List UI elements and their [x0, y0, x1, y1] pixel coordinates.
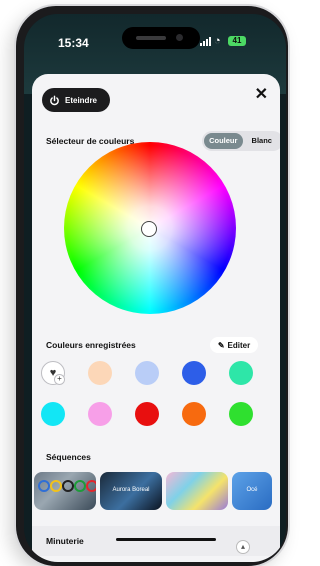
color-swatch[interactable]: [135, 361, 159, 385]
color-swatch[interactable]: [135, 402, 159, 426]
home-indicator: [116, 538, 216, 541]
saved-colors-title: Couleurs enregistrées: [46, 340, 136, 350]
sequence-thumb-4[interactable]: Océ: [232, 472, 272, 510]
status-time: 15:34: [58, 36, 89, 50]
color-swatch[interactable]: [41, 402, 65, 426]
color-swatch[interactable]: [229, 361, 253, 385]
plus-icon: +: [54, 374, 65, 385]
color-swatch[interactable]: [182, 361, 206, 385]
color-wheel-handle[interactable]: [141, 221, 157, 237]
sequence-thumb-2[interactable]: Aurora Boreal: [100, 472, 162, 510]
island-pill: [136, 36, 166, 40]
sequences-title: Séquences: [46, 452, 91, 462]
sequence-label: Océ: [246, 487, 258, 493]
power-label: Eteindre: [65, 95, 98, 105]
sequence-label: Aurora Boreal: [112, 487, 150, 493]
mode-white-tab[interactable]: Blanc: [243, 133, 281, 149]
color-swatch[interactable]: [229, 402, 253, 426]
timer-title: Minuterie: [46, 536, 84, 546]
scroll-top-icon[interactable]: ▴: [236, 540, 250, 554]
phone-screen: 15:34 ◔ 41 Eteindre ✕ Sélecteur de coule…: [24, 14, 286, 562]
battery-icon: 41: [228, 36, 246, 46]
color-swatch[interactable]: [88, 361, 112, 385]
mode-color-tab[interactable]: Couleur: [204, 133, 243, 149]
add-favorite-color-button[interactable]: ♥ +: [41, 361, 65, 385]
edit-label: Editer: [227, 340, 251, 350]
close-icon[interactable]: ✕: [255, 84, 268, 104]
signal-icon: [200, 37, 211, 46]
pencil-icon: ✎: [217, 340, 225, 350]
color-swatch[interactable]: [182, 402, 206, 426]
sequence-thumb-3[interactable]: [166, 472, 228, 510]
mode-toggle: Couleur Blanc: [202, 131, 280, 151]
power-off-button[interactable]: Eteindre: [42, 88, 110, 112]
power-icon: [50, 95, 59, 105]
camera-dot: [176, 34, 183, 41]
color-picker-title: Sélecteur de couleurs: [46, 136, 135, 146]
status-bar: 15:34 ◔ 41: [24, 14, 286, 64]
sequence-thumb-1[interactable]: [34, 472, 96, 510]
dynamic-island: [122, 27, 200, 49]
wifi-icon: ◔: [214, 35, 221, 47]
edit-button[interactable]: ✎ Editer: [210, 337, 258, 353]
color-swatch[interactable]: [88, 402, 112, 426]
